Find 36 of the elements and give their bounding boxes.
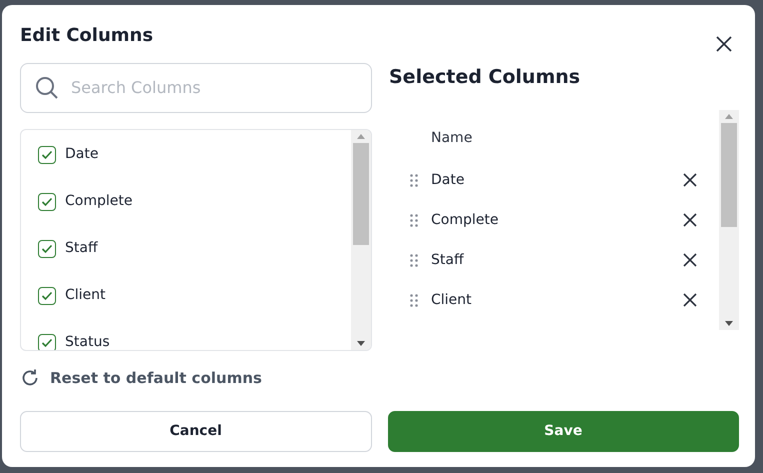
search-field[interactable]: Search Columns <box>20 63 372 113</box>
column-label: Status <box>65 334 110 350</box>
check-icon <box>41 150 53 160</box>
column-label: Staff <box>65 240 98 257</box>
dialog-title: Edit Columns <box>20 25 154 47</box>
reset-link[interactable]: Reset to default columns <box>20 367 262 390</box>
save-button[interactable]: Save <box>388 410 739 452</box>
column-label: Complete <box>65 193 132 210</box>
checkbox[interactable] <box>38 334 56 350</box>
column-label: Staff <box>431 250 464 270</box>
scroll-down-icon[interactable] <box>725 321 733 326</box>
drag-handle-icon[interactable] <box>410 254 418 266</box>
checkbox[interactable] <box>38 192 56 210</box>
column-label: Date <box>65 146 98 163</box>
column-label: Client <box>431 290 472 310</box>
check-icon <box>41 338 53 348</box>
drag-handle-icon[interactable] <box>410 174 418 186</box>
search-icon <box>35 76 59 100</box>
checkbox[interactable] <box>38 240 56 258</box>
checkbox[interactable] <box>38 146 56 164</box>
scrollbar[interactable] <box>351 130 371 350</box>
reset-icon <box>20 368 40 388</box>
panel-heading: Selected Columns <box>389 65 582 89</box>
scrollbar[interactable] <box>719 110 739 330</box>
checkbox[interactable] <box>38 286 56 304</box>
column-label: Client <box>65 287 106 304</box>
scroll-down-icon[interactable] <box>357 341 365 346</box>
check-icon <box>41 196 53 206</box>
drag-handle-icon[interactable] <box>410 214 418 226</box>
column-label: Complete <box>431 210 498 230</box>
check-icon <box>41 244 53 254</box>
drag-handle-icon[interactable] <box>410 294 418 306</box>
cancel-button[interactable]: Cancel <box>20 410 372 452</box>
column-header: Name <box>430 129 474 148</box>
check-icon <box>41 290 53 300</box>
column-label: Date <box>431 170 464 190</box>
